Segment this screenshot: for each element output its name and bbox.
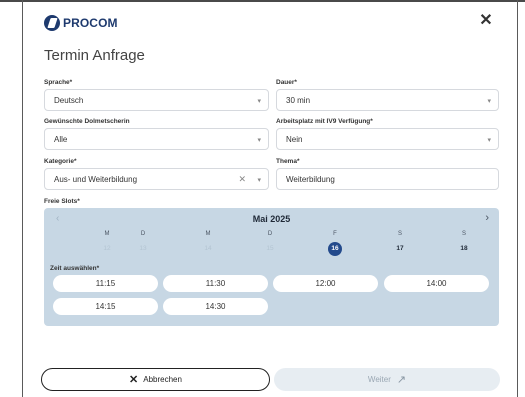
- time-slot[interactable]: 14:15: [53, 298, 158, 315]
- arrow-up-right-icon: ↗: [396, 374, 407, 386]
- freie-slots-label: Freie Slots*: [44, 198, 80, 205]
- zeit-auswaehlen-label: Zeit auswählen*: [50, 265, 100, 272]
- dialog-right-border: [517, 0, 518, 397]
- chevron-down-icon: ▾: [487, 98, 491, 105]
- chevron-right-icon[interactable]: ›: [485, 212, 489, 224]
- weekday-label: S: [461, 231, 466, 237]
- kategorie-select[interactable]: Aus- und Weiterbildung ✕ ▾: [44, 168, 269, 190]
- calendar-day: 14: [204, 245, 212, 252]
- thema-label: Thema*: [276, 158, 300, 165]
- time-slot[interactable]: 14:00: [384, 275, 489, 292]
- chevron-down-icon: ▾: [487, 137, 491, 144]
- kategorie-label: Kategorie*: [44, 158, 77, 165]
- clear-icon[interactable]: ✕: [238, 174, 246, 185]
- next-label: Weiter: [367, 375, 391, 384]
- weekday-label: M: [205, 231, 211, 237]
- chevron-down-icon: ▾: [257, 98, 261, 105]
- calendar-day[interactable]: 17: [390, 245, 410, 252]
- calendar-day[interactable]: 18: [454, 245, 474, 252]
- calendar-day-selected[interactable]: 16: [328, 242, 342, 256]
- sprache-label: Sprache*: [44, 79, 73, 86]
- next-button[interactable]: Weiter ↗: [274, 368, 500, 391]
- cancel-label: Abbrechen: [143, 375, 182, 384]
- time-slot[interactable]: 11:30: [163, 275, 268, 292]
- time-slot[interactable]: 14:30: [163, 298, 268, 315]
- calendar-month: Mai 2025: [252, 214, 291, 224]
- kategorie-value: Aus- und Weiterbildung: [54, 174, 138, 184]
- weekday-label: F: [333, 231, 337, 237]
- weekday-label: D: [140, 231, 146, 237]
- slot-calendar: ‹ Mai 2025 › M D M D F S S 12 13 14 15 1…: [44, 208, 499, 326]
- dialog-left-border: [22, 0, 23, 397]
- logo-text: PROCOM: [63, 16, 118, 30]
- time-slot[interactable]: 11:15: [53, 275, 158, 292]
- arbeitsplatz-label: Arbeitsplatz mit IV9 Verfügung*: [276, 118, 373, 125]
- dauer-select[interactable]: 30 min ▾: [276, 89, 499, 111]
- sprache-select[interactable]: Deutsch ▾: [44, 89, 269, 111]
- procom-logo-icon: [44, 15, 60, 31]
- page-title: Termin Anfrage: [44, 47, 145, 64]
- cancel-button[interactable]: ✕ Abbrechen: [41, 368, 270, 391]
- calendar-day: 12: [103, 245, 111, 252]
- chevron-down-icon: ▾: [257, 177, 261, 184]
- time-slot[interactable]: 12:00: [273, 275, 378, 292]
- calendar-day: 13: [139, 245, 147, 252]
- dolmetscher-value: Alle: [54, 134, 68, 144]
- weekday-label: S: [397, 231, 402, 237]
- arbeitsplatz-value: Nein: [286, 134, 303, 144]
- sprache-value: Deutsch: [54, 95, 84, 105]
- thema-value: Weiterbildung: [286, 174, 335, 184]
- calendar-day: 15: [266, 245, 274, 252]
- arbeitsplatz-select[interactable]: Nein ▾: [276, 128, 499, 150]
- dolmetscher-select[interactable]: Alle ▾: [44, 128, 269, 150]
- thema-input[interactable]: Weiterbildung: [276, 168, 499, 190]
- weekday-label: M: [104, 231, 110, 237]
- dauer-value: 30 min: [286, 95, 311, 105]
- logo: PROCOM: [44, 13, 118, 33]
- weekday-label: D: [267, 231, 273, 237]
- dauer-label: Dauer*: [276, 79, 297, 86]
- close-icon: ✕: [129, 374, 139, 386]
- dolmetscher-label: Gewünschte Dolmetscherin: [44, 118, 130, 125]
- window-top-border: [0, 0, 525, 2]
- close-icon[interactable]: ✕: [479, 13, 493, 29]
- chevron-down-icon: ▾: [257, 137, 261, 144]
